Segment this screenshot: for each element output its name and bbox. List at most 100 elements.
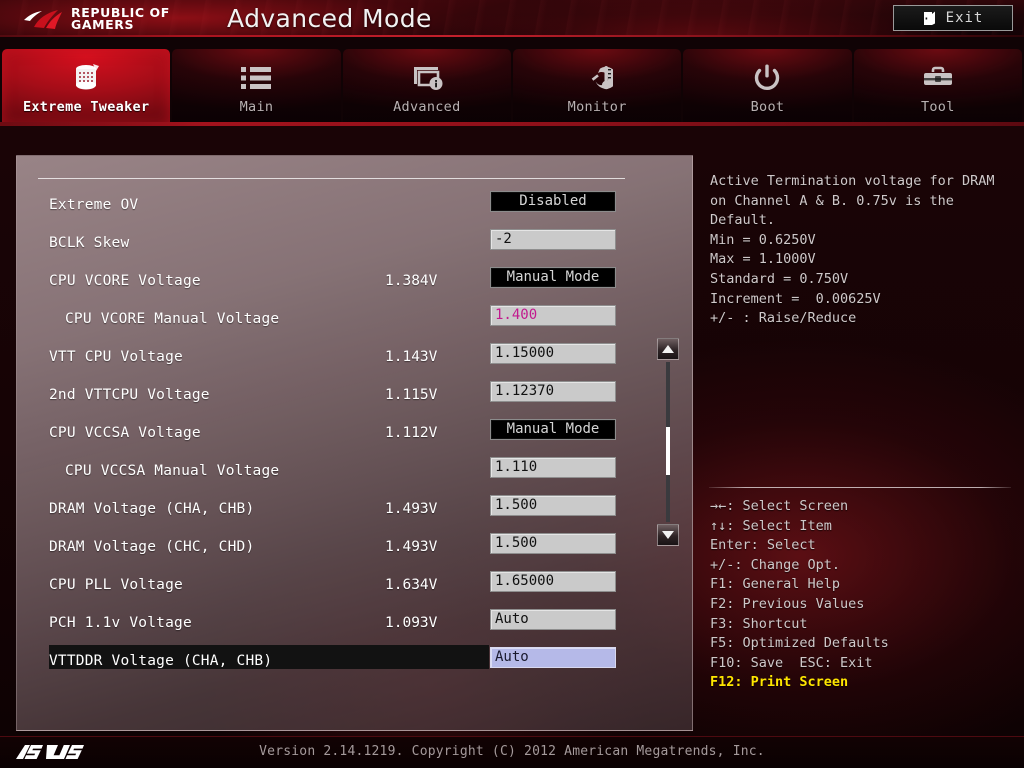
key-legend-item: +/-: Change Opt. — [710, 556, 841, 573]
key-legend-item: F1: General Help — [710, 576, 841, 593]
tab-label: Advanced — [393, 99, 461, 115]
tab-label: Tool — [920, 99, 955, 115]
settings-row[interactable]: BCLK Skew -2 — [17, 224, 692, 262]
setting-current-value: 1.115V — [385, 387, 438, 403]
settings-row[interactable]: CPU VCCSA Voltage 1.112V Manual Mode — [17, 414, 692, 452]
rog-brand-line2: GAMERS — [71, 17, 135, 32]
settings-list: Extreme OV Disabled BCLK Skew -2 CPU VCORE V… — [17, 186, 692, 680]
toolbox-icon — [922, 59, 954, 97]
setting-dropdown[interactable]: Manual Mode — [490, 419, 616, 440]
list-icon — [240, 59, 272, 97]
tab-extreme-tweaker[interactable]: Extreme Tweaker — [2, 49, 171, 125]
setting-label: DRAM Voltage (CHC, CHD) — [49, 539, 255, 555]
setting-label: BCLK Skew — [49, 235, 130, 251]
settings-panel: Extreme OV Disabled BCLK Skew -2 CPU VCORE V… — [16, 155, 693, 731]
setting-input[interactable]: -2 — [490, 229, 616, 250]
help-description: Active Termination voltage for DRAM on C… — [710, 173, 995, 327]
tab-bar: Extreme Tweaker Main Advanced Monitor Bo… — [0, 49, 1024, 125]
key-legend-item: →←: Select Screen — [710, 498, 849, 514]
page-title: Advanced Mode — [227, 4, 432, 33]
key-legend-item: ↑↓: Select Item — [710, 517, 832, 534]
tab-boot[interactable]: Boot — [683, 49, 852, 125]
footer-version-text: Version 2.14.1219. Copyright (C) 2012 Am… — [259, 744, 765, 759]
scrollbar-track[interactable] — [666, 362, 670, 522]
setting-current-value: 1.384V — [385, 273, 438, 289]
tab-monitor[interactable]: Monitor — [512, 49, 682, 125]
setting-label: 2nd VTTCPU Voltage — [49, 387, 210, 403]
settings-row[interactable]: Extreme OV Disabled — [17, 186, 692, 224]
tweaker-icon — [69, 59, 103, 97]
setting-label: Extreme OV — [49, 197, 139, 213]
tab-tool[interactable]: Tool — [853, 49, 1022, 125]
monitor-info-icon — [411, 59, 443, 97]
settings-row[interactable]: PCH 1.1v Voltage 1.093V Auto — [17, 604, 692, 642]
top-banner: REPUBLIC OF GAMERS Advanced Mode Exit — [0, 0, 1024, 37]
settings-row[interactable]: CPU VCCSA Manual Voltage 1.110 — [17, 452, 692, 490]
footer-bar: Version 2.14.1219. Copyright (C) 2012 Am… — [0, 736, 1024, 768]
setting-input[interactable]: 1.65000 — [490, 571, 616, 592]
scroll-up-arrow-icon — [662, 345, 674, 353]
setting-dropdown[interactable]: Manual Mode — [490, 267, 616, 288]
setting-label: CPU PLL Voltage — [49, 577, 183, 593]
setting-label: DRAM Voltage (CHA, CHB) — [49, 501, 255, 517]
setting-input[interactable]: 1.500 — [490, 495, 616, 516]
settings-row[interactable]: VTTDDR Voltage (CHA, CHB) Auto — [17, 642, 692, 680]
setting-current-value: 1.093V — [385, 615, 438, 631]
setting-dropdown[interactable]: Disabled — [490, 191, 616, 212]
setting-current-value: 1.493V — [385, 539, 438, 555]
setting-label: PCH 1.1v Voltage — [49, 615, 192, 631]
key-legend-item: F3: Shortcut — [710, 615, 808, 632]
bios-screen: REPUBLIC OF GAMERS Advanced Mode Exit Ex… — [0, 0, 1024, 768]
settings-row[interactable]: DRAM Voltage (CHA, CHB) 1.493V 1.500 — [17, 490, 692, 528]
setting-current-value: 1.112V — [385, 425, 438, 441]
scroll-down-arrow-icon — [662, 531, 674, 539]
rog-eye-icon — [24, 10, 62, 29]
setting-input[interactable]: Auto — [490, 647, 616, 668]
key-legend-item: F5: Optimized Defaults — [710, 635, 889, 652]
setting-current-value: 1.493V — [385, 501, 438, 517]
setting-current-value: 1.634V — [385, 577, 438, 593]
setting-input[interactable]: 1.110 — [490, 457, 616, 478]
key-legend-item: Enter: Select — [710, 537, 816, 554]
setting-label: VTTDDR Voltage (CHA, CHB) — [49, 653, 273, 669]
settings-separator — [38, 178, 625, 179]
key-legend-item: F2: Previous Values — [710, 595, 865, 612]
tab-label: Monitor — [567, 99, 627, 115]
settings-row[interactable]: CPU VCORE Voltage 1.384V Manual Mode — [17, 262, 692, 300]
setting-label: CPU VCORE Manual Voltage — [65, 311, 280, 327]
gauge-thermometer-icon — [581, 59, 614, 97]
scroll-down-button[interactable] — [657, 524, 679, 546]
rog-logo: REPUBLIC OF GAMERS — [22, 4, 212, 34]
exit-door-icon — [923, 11, 935, 25]
tab-label: Extreme Tweaker — [22, 99, 150, 115]
key-legend-item: F12: Print Screen — [710, 674, 849, 691]
scroll-up-button[interactable] — [657, 338, 679, 360]
setting-input[interactable]: 1.12370 — [490, 381, 616, 402]
settings-row[interactable]: CPU PLL Voltage 1.634V 1.65000 — [17, 566, 692, 604]
exit-button[interactable]: Exit — [893, 5, 1013, 31]
key-legend-item: F10: Save ESC: Exit — [710, 654, 873, 671]
settings-row[interactable]: DRAM Voltage (CHC, CHD) 1.493V 1.500 — [17, 528, 692, 566]
setting-label: CPU VCORE Voltage — [49, 273, 201, 289]
tab-label: Boot — [750, 99, 785, 115]
setting-input[interactable]: Auto — [490, 609, 616, 630]
setting-input[interactable]: 1.400 — [490, 305, 616, 326]
settings-row[interactable]: CPU VCORE Manual Voltage 1.400 — [17, 300, 692, 338]
help-separator — [709, 487, 1011, 488]
setting-label: CPU VCCSA Voltage — [49, 425, 201, 441]
setting-label: CPU VCCSA Manual Voltage — [65, 463, 280, 479]
key-legend: →←: Select Screen ↑↓: Select Item Enter: S… — [710, 497, 1010, 693]
power-icon — [752, 59, 782, 97]
settings-row[interactable]: VTT CPU Voltage 1.143V 1.15000 — [17, 338, 692, 376]
settings-scrollbar[interactable] — [657, 338, 679, 546]
tab-advanced[interactable]: Advanced — [342, 49, 511, 125]
exit-button-label: Exit — [945, 10, 984, 26]
setting-input[interactable]: 1.500 — [490, 533, 616, 554]
setting-input[interactable]: 1.15000 — [490, 343, 616, 364]
setting-label: VTT CPU Voltage — [49, 349, 183, 365]
setting-current-value: 1.143V — [385, 349, 438, 365]
settings-row[interactable]: 2nd VTTCPU Voltage 1.115V 1.12370 — [17, 376, 692, 414]
tab-label: Main — [239, 99, 274, 115]
scrollbar-thumb[interactable] — [666, 427, 670, 475]
tab-main[interactable]: Main — [172, 49, 341, 125]
